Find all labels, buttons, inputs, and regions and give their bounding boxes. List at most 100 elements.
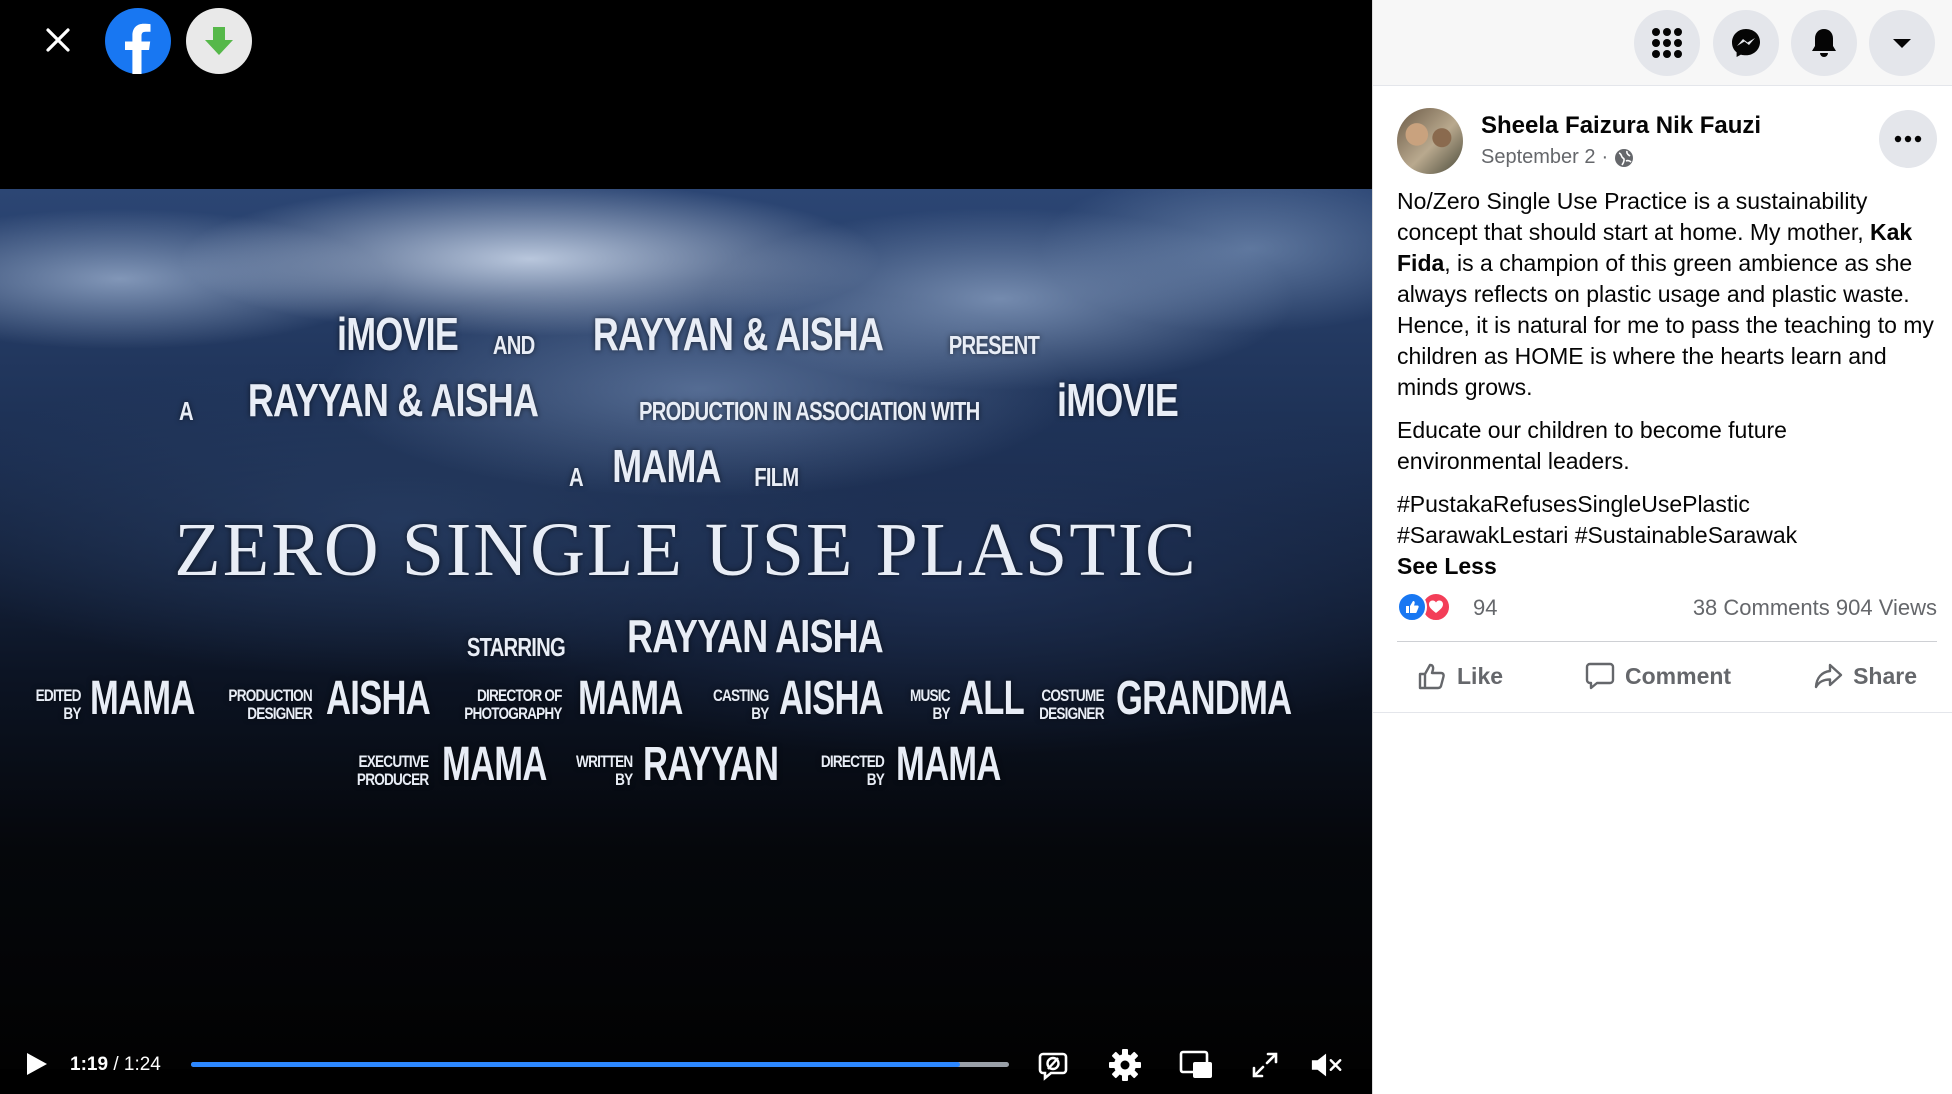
credit-role-name: ALL	[959, 672, 1025, 725]
reaction-icons[interactable]	[1397, 592, 1451, 622]
reactions-bar: 94 38 Comments 904 Views	[1397, 592, 1937, 624]
credit-role: WRITTEN BY RAYYAN	[569, 741, 831, 789]
credit-role: COSTUME DESIGNER GRANDMA	[1031, 675, 1359, 723]
credit-role-label-line: DIRECTOR OF	[477, 686, 563, 705]
see-less-link[interactable]: See Less	[1397, 551, 1497, 582]
facebook-logo-link[interactable]	[105, 8, 171, 74]
credits-block: iMOVIE AND RAYYAN & AISHA PRESENT A RAYY…	[0, 189, 1372, 829]
comments-count[interactable]: 38 Comments	[1693, 595, 1830, 620]
caret-down-icon	[1893, 39, 1911, 48]
avatar[interactable]	[1397, 108, 1463, 174]
close-button[interactable]	[36, 18, 80, 62]
credit-role-label-line: BY	[932, 704, 951, 723]
hashtag-links[interactable]: #SarawakLestari #SustainableSarawak	[1397, 522, 1797, 548]
credit-role-label: COSTUME DESIGNER	[1040, 687, 1105, 723]
play-button[interactable]	[22, 1050, 50, 1078]
like-reaction-icon	[1397, 592, 1427, 622]
globe-icon	[1615, 148, 1634, 167]
video-controls: 1:19 / 1:24	[0, 1044, 1372, 1084]
credit-role: CASTING BY AISHA	[706, 675, 924, 723]
credit-role-label-line: DESIGNER	[246, 704, 312, 723]
credit-role-label: DIRECTOR OF PHOTOGRAPHY	[465, 687, 563, 723]
messenger-icon	[1732, 29, 1760, 57]
fullscreen-button[interactable]	[1248, 1048, 1282, 1082]
credit-role-name: MAMA	[578, 672, 683, 725]
miniplayer-button[interactable]	[1179, 1048, 1213, 1082]
facebook-logo-icon	[105, 8, 171, 74]
post-actions: Like Comment Share	[1397, 652, 1937, 700]
captions-button[interactable]	[1036, 1048, 1070, 1082]
credit-role: MUSIC BY ALL	[905, 675, 1049, 723]
credit-role-name: AISHA	[779, 672, 884, 725]
settings-button[interactable]	[1108, 1048, 1142, 1082]
roles-row-1: EDITED BY MAMA PRODUCTION DESIGNER AISHA DIREC…	[0, 675, 1372, 723]
divider	[1397, 641, 1937, 642]
seek-bar-fill	[191, 1062, 960, 1067]
post-options-button[interactable]	[1879, 110, 1937, 168]
hashtag-link[interactable]: #PustakaRefusesSingleUsePlastic	[1397, 491, 1750, 517]
credit-text: MAMA	[612, 440, 721, 492]
share-arrow-icon	[1814, 663, 1843, 689]
captions-off-icon	[1038, 1052, 1068, 1081]
download-arrow-icon	[205, 27, 233, 55]
credit-role-label: DIRECTED BY	[821, 752, 885, 789]
video-frame[interactable]: iMOVIE AND RAYYAN & AISHA PRESENT A RAYY…	[0, 189, 1372, 1069]
credit-role-label-line: DIRECTED	[821, 752, 885, 771]
roles-row-2: EXECUTIVE PRODUCER MAMA WRITTEN BY RAYYAN DIRE…	[0, 741, 1372, 789]
credit-role-label-line: CASTING	[712, 686, 769, 705]
post-side-panel: Sheela Faizura Nik Fauzi September 2 · N…	[1372, 0, 1952, 1094]
credit-role-name: MAMA	[90, 672, 196, 725]
credit-role-name: GRANDMA	[1116, 672, 1292, 725]
credit-text: AND	[492, 330, 535, 360]
credit-role-label-line: PRODUCTION	[228, 686, 312, 705]
gear-icon	[1109, 1049, 1141, 1081]
reaction-count[interactable]: 94	[1473, 595, 1497, 621]
date-text[interactable]: September 2	[1481, 146, 1596, 169]
film-title: ZERO SINGLE USE PLASTIC	[0, 507, 1372, 594]
views-count: 904 Views	[1835, 595, 1937, 620]
credit-role-label-line: PRODUCER	[357, 770, 429, 789]
messenger-button[interactable]	[1713, 10, 1779, 76]
fullscreen-icon	[1252, 1052, 1278, 1078]
credit-role-label: EDITED BY	[36, 687, 82, 723]
menu-button[interactable]	[1634, 10, 1700, 76]
credit-text: PRESENT	[949, 330, 1040, 360]
post-text-span: No/Zero Single Use Practice is a sustain…	[1397, 188, 1871, 245]
date-separator: ·	[1601, 146, 1609, 168]
credit-role-name: AISHA	[326, 672, 431, 725]
comment-button[interactable]: Comment	[1565, 652, 1751, 700]
starring-label: STARRING	[466, 632, 566, 662]
credit-text: PRODUCTION IN ASSOCIATION WITH	[639, 396, 980, 426]
credit-role-name: MAMA	[441, 738, 547, 791]
account-menu-button[interactable]	[1869, 10, 1935, 76]
post-header: Sheela Faizura Nik Fauzi September 2 ·	[1397, 108, 1937, 174]
current-time: 1:19	[70, 1054, 109, 1075]
notifications-button[interactable]	[1791, 10, 1857, 76]
like-button[interactable]: Like	[1397, 652, 1523, 700]
mute-button[interactable]	[1310, 1048, 1344, 1082]
credit-role: DIRECTED BY MAMA	[813, 741, 1041, 789]
credit-role-label: EXECUTIVE PRODUCER	[357, 753, 429, 789]
post-text-span: , is a champion of this green ambience a…	[1397, 250, 1934, 400]
seek-bar[interactable]	[191, 1062, 1009, 1067]
video-viewer: iMOVIE AND RAYYAN & AISHA PRESENT A RAYY…	[0, 0, 1372, 1094]
credit-text: iMOVIE	[1056, 374, 1179, 426]
credits-line-3: A MAMA FILM	[0, 439, 1372, 493]
starring-names: RAYYAN AISHA	[627, 610, 884, 662]
comment-bubble-icon	[1585, 662, 1615, 690]
credit-role-label-line: PHOTOGRAPHY	[464, 704, 563, 723]
time-separator: /	[113, 1054, 119, 1075]
grid-menu-icon	[1652, 28, 1682, 58]
credit-role-name: MAMA	[896, 738, 1001, 791]
share-button[interactable]: Share	[1793, 652, 1937, 700]
credit-role-label-line: BY	[63, 704, 82, 723]
total-time: 1:24	[123, 1054, 161, 1075]
credit-role-label: MUSIC BY	[910, 687, 951, 723]
credit-role: PRODUCTION DESIGNER AISHA	[218, 675, 471, 723]
author-name[interactable]: Sheela Faizura Nik Fauzi	[1481, 112, 1761, 140]
hashtags: #PustakaRefusesSingleUsePlastic #Sarawak…	[1397, 489, 1937, 582]
download-button[interactable]	[186, 8, 252, 74]
post-date: September 2 ·	[1481, 146, 1634, 169]
more-horizontal-icon	[1894, 135, 1922, 143]
credit-text: FILM	[754, 462, 799, 492]
